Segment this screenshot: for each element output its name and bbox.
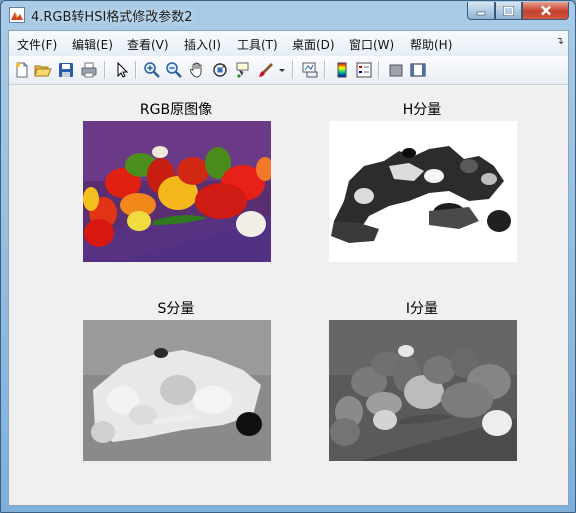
maximize-icon — [503, 6, 514, 16]
subplot-title-rgb: RGB原图像 — [139, 102, 213, 118]
minimize-button[interactable] — [467, 2, 495, 20]
pan-hand-icon — [190, 62, 202, 78]
print-button[interactable] — [80, 61, 98, 79]
figure-window: 4.RGB转HSI格式修改参数2 文件(F) 编辑(E) 查看(V) 插入(I)… — [0, 0, 576, 513]
menu-desktop[interactable]: 桌面(D) — [292, 36, 335, 53]
menu-insert[interactable]: 插入(I) — [184, 36, 221, 53]
close-button[interactable] — [522, 2, 569, 20]
brush-dropdown-button[interactable] — [277, 61, 287, 79]
pan-button[interactable] — [188, 61, 206, 79]
menu-help[interactable]: 帮助(H) — [410, 36, 452, 53]
link-plot-icon — [302, 62, 318, 78]
data-cursor-button[interactable] — [234, 61, 252, 79]
menu-bar: 文件(F) 编辑(E) 查看(V) 插入(I) 工具(T) 桌面(D) 窗口(W… — [9, 31, 568, 57]
save-icon — [59, 63, 73, 77]
edit-plot-button[interactable] — [113, 61, 131, 79]
toolbar-separator — [135, 61, 137, 79]
figure-client-area: 文件(F) 编辑(E) 查看(V) 插入(I) 工具(T) 桌面(D) 窗口(W… — [8, 30, 569, 506]
subplot-title-i: I分量 — [405, 301, 439, 317]
rgb-original-image[interactable] — [83, 121, 271, 262]
colorbar-button[interactable] — [333, 61, 351, 79]
toolbar-separator — [292, 61, 294, 79]
menu-file[interactable]: 文件(F) — [17, 36, 57, 53]
print-icon — [81, 62, 97, 78]
open-file-icon — [34, 65, 52, 77]
legend-button[interactable] — [355, 61, 373, 79]
s-component-image[interactable] — [83, 320, 271, 461]
dropdown-arrow-icon — [279, 69, 285, 72]
show-plot-tools-icon — [410, 63, 426, 77]
subplot-title-s: S分量 — [157, 301, 195, 317]
title-bar[interactable]: 4.RGB转HSI格式修改参数2 — [1, 1, 575, 29]
new-figure-icon — [15, 62, 28, 78]
menu-edit[interactable]: 编辑(E) — [72, 36, 113, 53]
minimize-icon — [476, 11, 486, 16]
figure-toolbar — [9, 56, 568, 85]
toolbar-separator — [324, 61, 326, 79]
zoom-in-button[interactable] — [143, 61, 161, 79]
menu-window[interactable]: 窗口(W) — [349, 36, 394, 53]
colorbar-icon — [337, 62, 347, 78]
legend-icon — [356, 62, 372, 78]
menu-view[interactable]: 查看(V) — [127, 36, 169, 53]
toolbar-separator — [104, 61, 106, 79]
window-title: 4.RGB转HSI格式修改参数2 — [31, 10, 193, 25]
brush-icon — [259, 63, 273, 77]
menu-overflow-icon[interactable]: ↴ — [556, 36, 564, 47]
zoom-out-button[interactable] — [165, 61, 183, 79]
subplot-title-h: H分量 — [402, 102, 442, 118]
close-icon — [540, 5, 551, 16]
data-cursor-icon — [236, 62, 249, 78]
hide-plot-tools-button[interactable] — [387, 61, 405, 79]
new-figure-button[interactable] — [13, 61, 31, 79]
hide-plot-tools-icon — [389, 64, 403, 77]
rotate-3d-button[interactable] — [211, 61, 229, 79]
zoom-out-icon — [166, 62, 182, 78]
i-component-image[interactable] — [329, 320, 517, 461]
show-plot-tools-button[interactable] — [409, 61, 427, 79]
rotate-3d-icon — [213, 63, 227, 77]
link-plot-button[interactable] — [301, 61, 319, 79]
h-component-image[interactable] — [329, 121, 517, 262]
save-button[interactable] — [57, 61, 75, 79]
maximize-button[interactable] — [495, 2, 522, 20]
menu-tools[interactable]: 工具(T) — [237, 36, 278, 53]
matlab-figure-icon — [9, 7, 25, 23]
edit-plot-pointer-icon — [117, 61, 129, 78]
toolbar-separator — [378, 61, 380, 79]
brush-button[interactable] — [257, 61, 275, 79]
zoom-in-icon — [144, 62, 160, 78]
open-file-button[interactable] — [34, 61, 52, 79]
